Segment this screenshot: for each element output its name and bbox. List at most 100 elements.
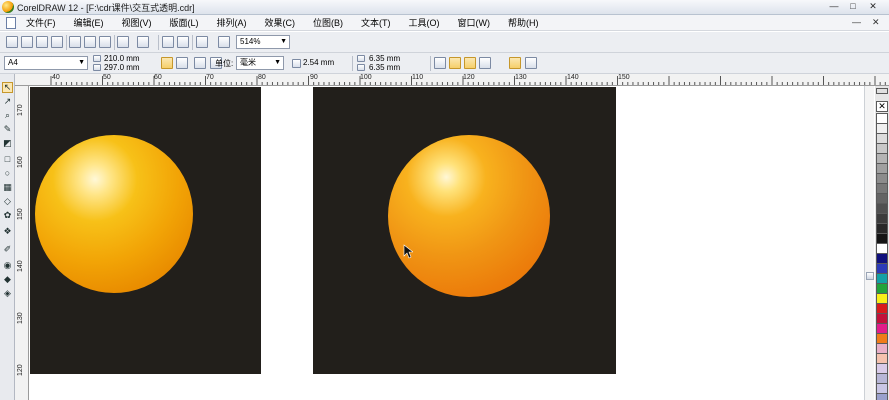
menu-text[interactable]: 文本(T) [361,16,391,29]
paper-size-select[interactable]: A4 ▼ [4,56,88,70]
snap-to-objects-icon[interactable] [464,57,476,69]
chevron-down-icon: ▼ [280,38,287,45]
dynamic-guides-icon[interactable] [479,57,491,69]
no-fill-icon[interactable]: ✕ [876,101,888,112]
menu-window[interactable]: 窗口(W) [458,16,491,29]
pick-tool-icon[interactable]: ↖ [2,82,13,93]
print-icon[interactable] [51,36,63,48]
yellow-sphere[interactable] [35,135,193,293]
minimize-button[interactable]: — [827,1,841,13]
units-select[interactable]: 毫米 ▼ [236,56,284,70]
text-tool-icon[interactable]: ✿ [2,210,13,221]
toolbox: ↖ ↗ ⌕ ✎ ◩ □ ○ ▦ ◇ ✿ ❖ ✐ ◉ ◆ ◈ [0,74,15,400]
zoom-level-select[interactable]: 514% ▼ [236,35,290,49]
menu-edit[interactable]: 编辑(E) [74,16,104,29]
duplicate-y-value[interactable]: 6.35 mm [369,63,400,72]
menu-file[interactable]: 文件(F) [26,16,56,29]
basic-shapes-tool-icon[interactable]: ◇ [2,196,13,207]
coreldraw-app-icon [2,1,14,13]
units-label: 单位: [215,59,234,68]
palette-scroll-up-icon[interactable] [876,88,888,94]
ruler-label: 120 [17,364,24,376]
orange-sphere[interactable] [388,135,550,297]
horizontal-ruler[interactable]: 40 50 60 70 80 90 100 110 120 130 140 15… [15,74,889,86]
close-button[interactable]: ✕ [866,1,880,13]
standard-toolbar: 514% ▼ [0,32,889,53]
new-document-icon[interactable] [6,36,18,48]
import-icon[interactable] [162,36,174,48]
menu-help[interactable]: 帮助(H) [508,16,539,29]
document-icon[interactable] [6,16,16,29]
ruler-ticks [50,76,886,85]
window-title: CorelDRAW 12 - [F:\cdr课件\交互式透明.cdr] [17,2,195,13]
coreldraw-window: CorelDRAW 12 - [F:\cdr课件\交互式透明.cdr] — □ … [0,0,889,400]
rectangle-tool-icon[interactable]: □ [2,154,13,165]
landscape-icon[interactable] [176,57,188,69]
property-bar: A4 ▼ 210.0 mm 297.0 mm 单位: 毫米 ▼ 2.54 mm … [0,53,889,74]
mouse-cursor-icon [403,244,413,259]
drawing-canvas[interactable] [30,87,864,400]
open-icon[interactable] [21,36,33,48]
page-width-icon [93,55,101,62]
scrollbar-thumb[interactable] [866,272,874,280]
ruler-label: 150 [17,208,24,220]
portrait-icon[interactable] [161,57,173,69]
paste-icon[interactable] [99,36,111,48]
vertical-ruler[interactable]: 170 160 150 140 130 120 [15,86,29,400]
menu-view[interactable]: 视图(V) [122,16,152,29]
graph-paper-tool-icon[interactable]: ▦ [2,182,13,193]
menu-layout[interactable]: 版面(L) [170,16,199,29]
interactive-blend-tool-icon[interactable]: ❖ [2,226,13,237]
corel-online-icon[interactable] [218,36,230,48]
duplicate-x-value[interactable]: 6.35 mm [369,54,400,63]
nudge-icon [292,59,301,68]
page-height-value[interactable]: 297.0 mm [104,63,140,72]
cut-icon[interactable] [69,36,81,48]
chevron-down-icon: ▼ [274,59,281,66]
palette-swatch[interactable] [876,393,888,400]
vertical-scrollbar[interactable] [864,86,874,400]
toolbar-separator [158,35,159,50]
shape-tool-icon[interactable]: ↗ [2,96,13,107]
smart-fill-tool-icon[interactable]: ◩ [2,138,13,149]
ruler-label: 170 [17,104,24,116]
menu-effects[interactable]: 效果(C) [265,16,296,29]
toolbar-separator [114,35,115,50]
doc-close-button[interactable]: ✕ [872,17,880,28]
chevron-down-icon: ▼ [78,59,85,66]
menu-arrange[interactable]: 排列(A) [217,16,247,29]
color-palette: ✕ [875,86,889,400]
export-icon[interactable] [177,36,189,48]
zoom-tool-icon[interactable]: ⌕ [2,110,13,121]
zoom-level-value: 514% [240,37,261,46]
freehand-tool-icon[interactable]: ✎ [2,124,13,135]
ruler-label: 130 [17,312,24,324]
nudge-distance-value[interactable]: 2.54 mm [303,58,334,67]
ellipse-tool-icon[interactable]: ○ [2,168,13,179]
page-width-value[interactable]: 210.0 mm [104,54,140,63]
menu-bar: 文件(F) 编辑(E) 视图(V) 版面(L) 排列(A) 效果(C) 位图(B… [0,15,889,31]
eyedropper-tool-icon[interactable]: ✐ [2,244,13,255]
options-icon[interactable] [525,57,537,69]
save-icon[interactable] [36,36,48,48]
menu-bitmaps[interactable]: 位图(B) [313,16,343,29]
application-launcher-icon[interactable] [196,36,208,48]
paper-size-value: A4 [8,58,18,67]
snap-to-grid-icon[interactable] [434,57,446,69]
undo-icon[interactable] [117,36,129,48]
doc-minimize-button[interactable]: — [852,17,861,27]
maximize-button[interactable]: □ [846,1,860,13]
snap-to-guidelines-icon[interactable] [449,57,461,69]
all-pages-icon[interactable] [194,57,206,69]
menu-tools[interactable]: 工具(O) [409,16,440,29]
outline-tool-icon[interactable]: ◉ [2,260,13,271]
copy-icon[interactable] [84,36,96,48]
treat-as-filled-icon[interactable] [509,57,521,69]
interactive-fill-tool-icon[interactable]: ◈ [2,288,13,299]
ruler-label: 140 [17,260,24,272]
units-value: 毫米 [240,58,256,67]
toolbar-separator [66,35,67,50]
redo-icon[interactable] [137,36,149,48]
duplicate-x-icon [357,55,365,62]
fill-tool-icon[interactable]: ◆ [2,274,13,285]
